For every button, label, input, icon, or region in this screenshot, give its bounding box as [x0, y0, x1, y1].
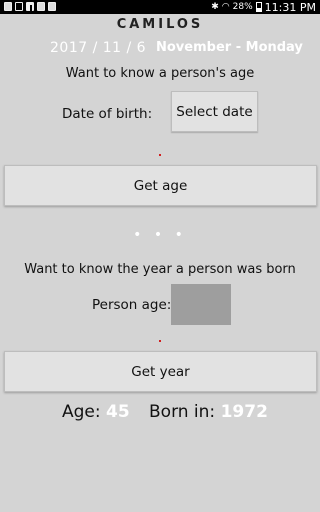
select-date-button[interactable]: Select date: [171, 91, 258, 132]
year-section-prompt: Want to know the year a person was born: [24, 262, 296, 277]
wifi-icon: ◠: [221, 2, 230, 12]
battery-icon: [255, 2, 262, 12]
facebook-icon: [26, 2, 34, 11]
photo-icon: [48, 2, 56, 11]
get-age-button[interactable]: Get age: [4, 165, 317, 206]
date-numeric: 2017 / 11 / 6: [50, 40, 147, 56]
results-row: Age: 45 Born in: 1972: [0, 402, 320, 426]
result-born-label: Born in:: [149, 402, 216, 422]
person-age-input[interactable]: [171, 284, 231, 325]
notification-icons: [4, 2, 56, 11]
get-year-button[interactable]: Get year: [4, 351, 317, 392]
battery-percent: 28%: [232, 2, 253, 12]
section-separator: • • •: [133, 227, 187, 243]
gallery-icon: [4, 2, 12, 11]
date-month-day: November - Monday: [156, 40, 303, 55]
age-section-prompt: Want to know a person's age: [65, 66, 255, 81]
result-born-value: 1972: [220, 402, 268, 422]
indicator-dot: [159, 340, 161, 342]
indicator-dot: [159, 154, 161, 156]
person-age-label: Person age:: [92, 297, 172, 313]
result-age-label: Age:: [62, 402, 101, 422]
dob-label: Date of birth:: [62, 106, 153, 122]
clock: 11:31 PM: [264, 0, 316, 14]
current-date: 2017 / 11 / 6 November - Monday: [0, 40, 320, 60]
app-title: CAMILOS: [116, 17, 204, 32]
bluetooth-icon: ✱: [211, 2, 219, 12]
image-icon: [15, 2, 23, 11]
result-age: Age: 45: [62, 402, 130, 422]
result-age-value: 45: [106, 402, 130, 422]
photo-icon: [37, 2, 45, 11]
result-born: Born in: 1972: [149, 402, 268, 422]
status-bar: ✱ ◠ 28% 11:31 PM: [0, 0, 320, 14]
system-icons: ✱ ◠ 28% 11:31 PM: [211, 0, 316, 14]
